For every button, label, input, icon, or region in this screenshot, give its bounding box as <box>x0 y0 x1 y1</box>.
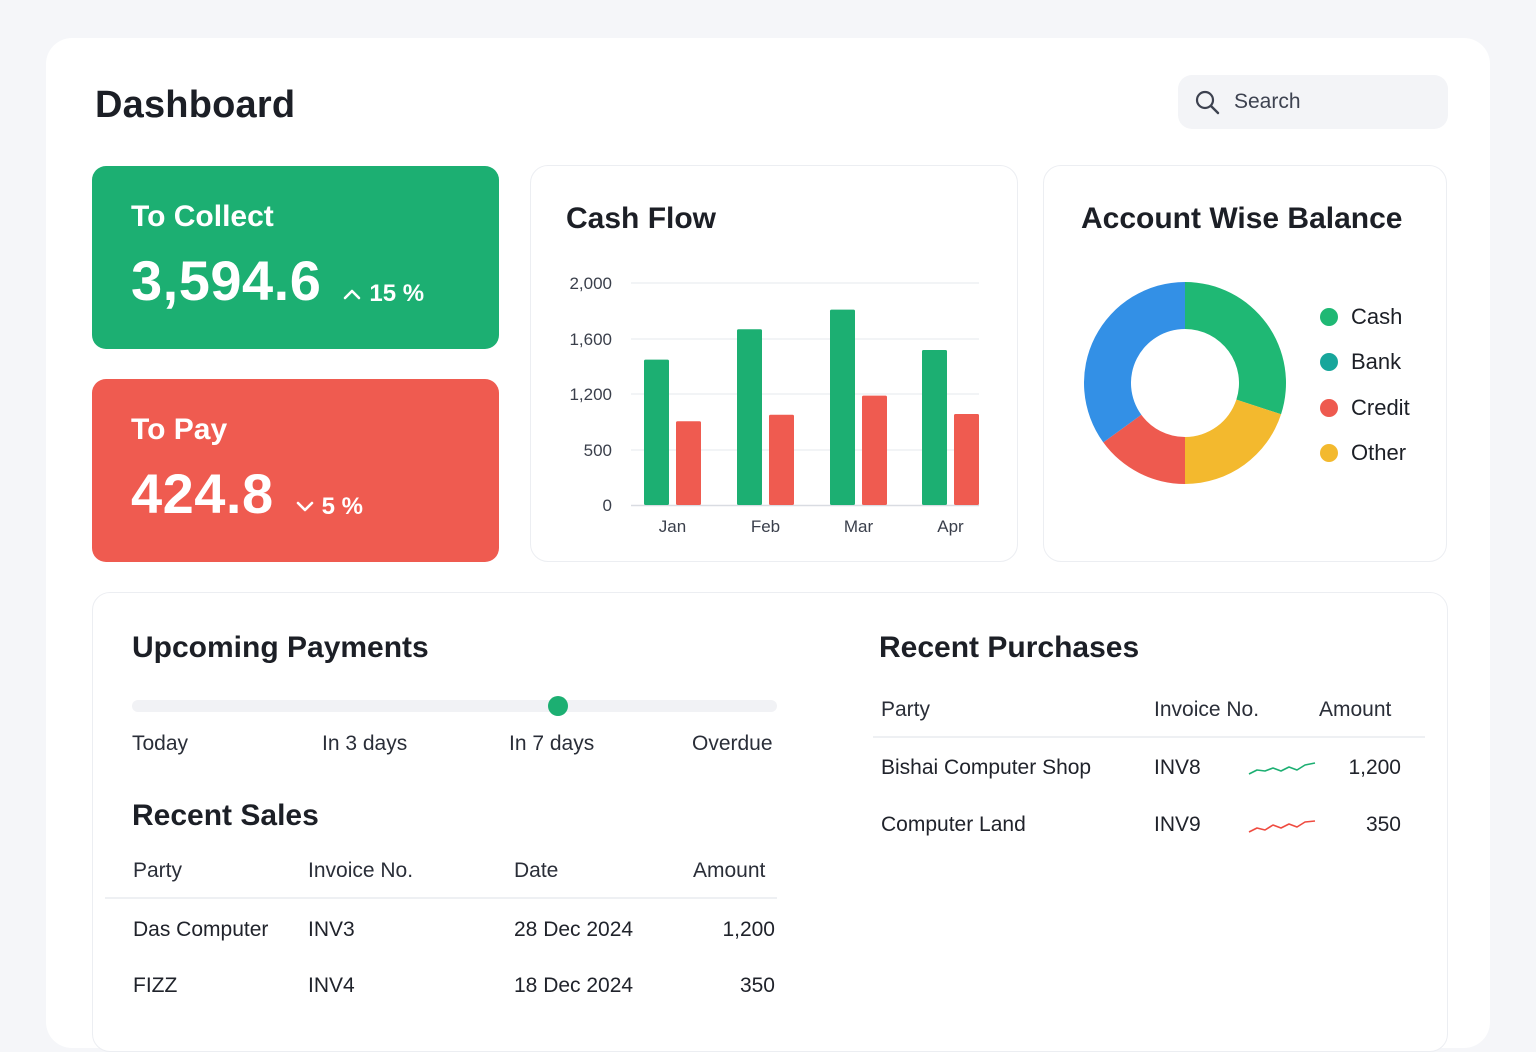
slider-label-3-days[interactable]: In 3 days <box>322 732 407 756</box>
sales-row-2-amount: 350 <box>739 974 775 997</box>
to-pay-value: 424.8 <box>131 462 274 525</box>
purchases-col-amount: Amount <box>1319 698 1392 721</box>
slider-handle[interactable] <box>547 696 568 716</box>
purchases-divider <box>873 736 1425 738</box>
legend-item-bank[interactable]: Bank <box>1320 340 1410 386</box>
sales-row-2-party[interactable]: FIZZ <box>133 974 177 998</box>
bar-apr-1[interactable] <box>954 414 979 505</box>
search-icon <box>1194 89 1220 115</box>
account-balance-legend: Cash Bank Credit Other <box>1320 294 1410 476</box>
slider-label-overdue[interactable]: Overdue <box>692 732 773 756</box>
sales-divider <box>105 897 777 899</box>
recent-purchases-title: Recent Purchases <box>879 631 1140 664</box>
y-tick-label: 1,600 <box>569 330 612 349</box>
sales-row-2-date: 18 Dec 2024 <box>514 974 634 997</box>
purchases-row-1-party[interactable]: Bishai Computer Shop <box>881 756 1091 780</box>
chevron-down-icon <box>296 501 313 512</box>
legend-dot <box>1320 444 1338 463</box>
y-tick-label: 0 <box>603 496 612 515</box>
legend-item-other[interactable]: Other <box>1320 431 1410 477</box>
sales-row-2-invoice[interactable]: INV4 <box>308 974 355 998</box>
purchases-row-1-sparkline <box>1248 762 1316 775</box>
legend-label: Credit <box>1351 394 1410 420</box>
bar-feb-0[interactable] <box>737 329 762 505</box>
bottom-panel: Upcoming Payments Today In 3 days In 7 d… <box>92 592 1448 1052</box>
purchases-row-2-amount: 350 <box>1365 813 1401 836</box>
purchases-row-2-party[interactable]: Computer Land <box>881 813 1026 837</box>
recent-sales-title: Recent Sales <box>132 799 319 832</box>
legend-dot <box>1320 398 1338 417</box>
purchases-row-2-sparkline <box>1248 820 1316 833</box>
purchases-col-party: Party <box>881 698 931 721</box>
x-tick-label: Jan <box>659 517 686 536</box>
to-pay-trend: 5 % <box>296 493 363 521</box>
to-collect-trend-value: 15 % <box>369 280 425 307</box>
slider-label-today[interactable]: Today <box>132 732 188 756</box>
upcoming-payments-slider[interactable] <box>132 696 777 716</box>
sparkline-line <box>1248 820 1316 833</box>
legend-item-cash[interactable]: Cash <box>1320 294 1410 340</box>
legend-dot <box>1320 353 1338 372</box>
slider-label-7-days[interactable]: In 7 days <box>509 732 594 756</box>
purchases-col-invoice: Invoice No. <box>1154 698 1260 721</box>
sales-col-amount: Amount <box>693 859 766 882</box>
cash-flow-chart: 0 500 1,200 1,600 2,000 Jan Feb Mar Apr <box>569 274 979 536</box>
account-balance-panel: Account Wise Balance Cash Bank Credit Other <box>1043 165 1447 562</box>
bar-mar-0[interactable] <box>830 309 855 505</box>
y-tick-label: 1,200 <box>569 385 612 404</box>
x-tick-label: Apr <box>937 517 964 536</box>
bar-jan-1[interactable] <box>676 421 701 505</box>
to-pay-label: To Pay <box>131 413 228 446</box>
slice-bank[interactable] <box>1084 282 1185 443</box>
to-pay-trend-value: 5 % <box>321 493 363 520</box>
purchases-row-2-invoice[interactable]: INV9 <box>1154 813 1201 837</box>
legend-label: Other <box>1351 440 1407 466</box>
slice-cash[interactable] <box>1185 282 1286 415</box>
bar-feb-1[interactable] <box>769 414 794 505</box>
sales-row-1-invoice[interactable]: INV3 <box>308 918 355 942</box>
sales-row-1-date: 28 Dec 2024 <box>514 918 634 941</box>
bar-apr-0[interactable] <box>922 350 947 505</box>
page-title: Dashboard <box>95 84 296 126</box>
purchases-row-1-amount: 1,200 <box>1348 756 1401 779</box>
purchases-row-1-invoice[interactable]: INV8 <box>1154 756 1201 780</box>
upcoming-payments-title: Upcoming Payments <box>132 631 429 664</box>
to-collect-card[interactable]: To Collect 3,594.6 15 % <box>92 166 499 349</box>
sales-col-party: Party <box>133 859 183 882</box>
sales-col-invoice: Invoice No. <box>308 859 414 882</box>
to-collect-value: 3,594.6 <box>131 249 322 312</box>
chevron-up-icon <box>344 289 361 300</box>
legend-item-credit[interactable]: Credit <box>1320 385 1410 431</box>
sparkline-line <box>1248 762 1316 775</box>
y-tick-label: 500 <box>584 441 612 460</box>
legend-label: Cash <box>1351 303 1403 329</box>
search-box[interactable] <box>1178 75 1448 129</box>
search-input[interactable] <box>1234 90 1434 114</box>
to-collect-trend: 15 % <box>343 280 424 308</box>
legend-dot <box>1320 307 1338 326</box>
legend-label: Bank <box>1351 349 1402 375</box>
sales-col-date: Date <box>514 859 559 882</box>
x-tick-label: Mar <box>844 517 874 536</box>
to-collect-label: To Collect <box>131 200 274 233</box>
cash-flow-panel: Cash Flow 0 500 1,200 1,600 2,000 Jan Feb Mar Ap… <box>530 165 1018 562</box>
sales-row-1-party[interactable]: Das Computer <box>133 918 268 942</box>
bar-mar-1[interactable] <box>862 395 887 505</box>
bar-jan-0[interactable] <box>644 359 669 505</box>
slice-other[interactable] <box>1185 399 1282 484</box>
x-tick-label: Feb <box>751 517 780 536</box>
to-pay-card[interactable]: To Pay 424.8 5 % <box>92 379 499 562</box>
sales-row-1-amount: 1,200 <box>722 918 775 941</box>
y-tick-label: 2,000 <box>569 274 612 293</box>
